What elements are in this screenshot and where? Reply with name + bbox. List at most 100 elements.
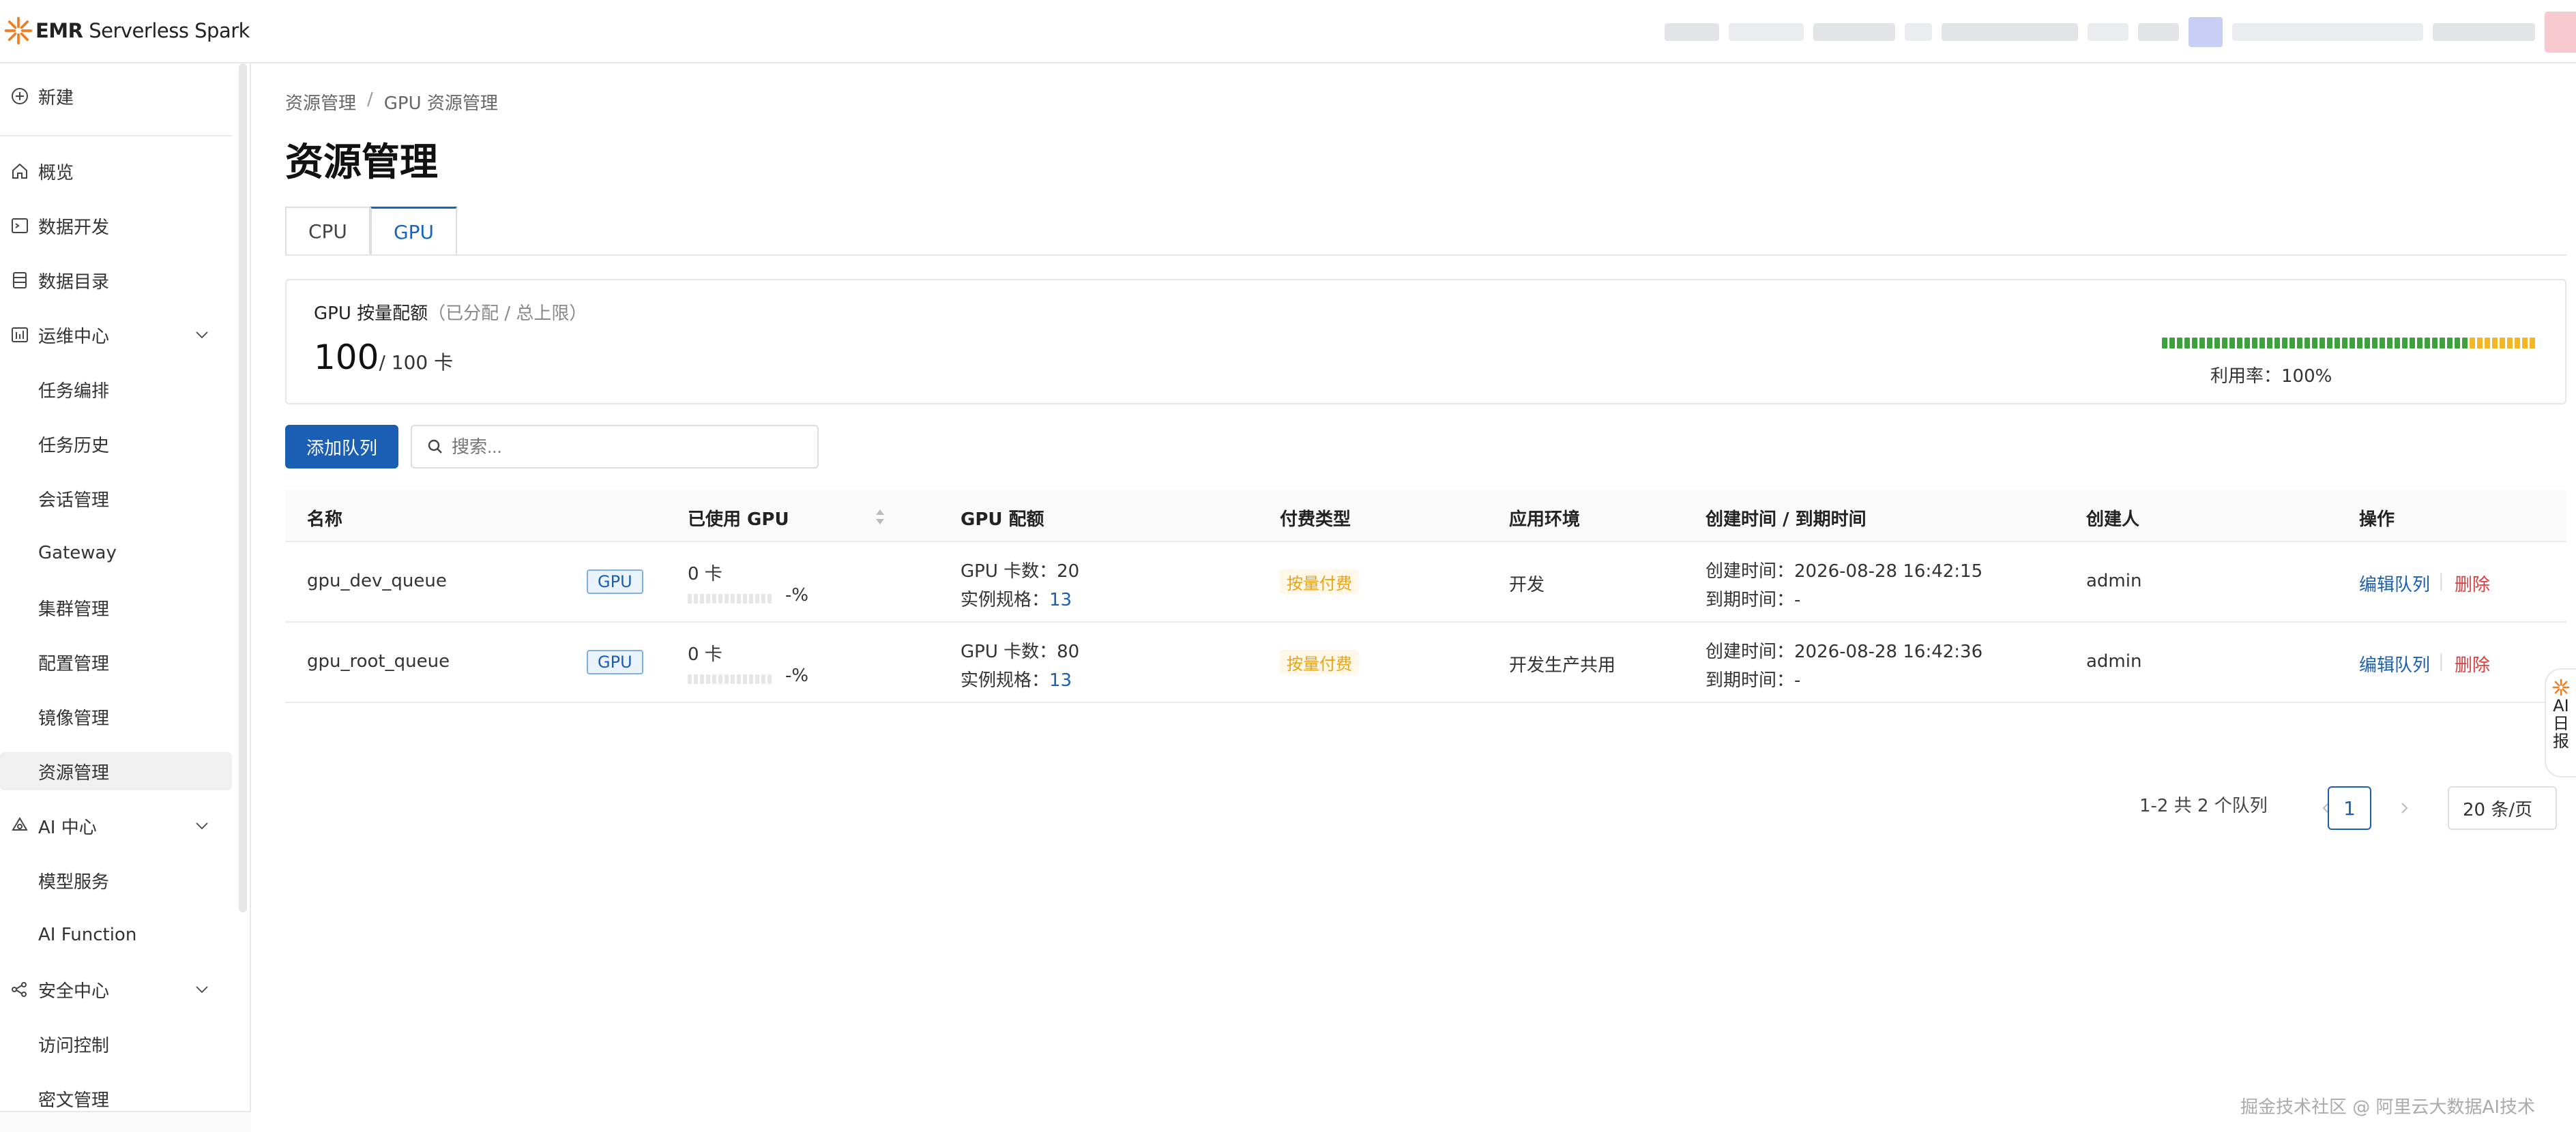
chevron-down-icon — [196, 331, 208, 339]
sidebar-item-session[interactable]: 会话管理 — [0, 479, 232, 518]
delete-link[interactable]: 删除 — [2455, 571, 2490, 596]
sidebar-item-ops-center[interactable]: 运维中心 — [0, 316, 232, 354]
utilization-meter — [2162, 338, 2535, 348]
sidebar-item-access-control[interactable]: 访问控制 — [0, 1025, 232, 1063]
edit-queue-link[interactable]: 编辑队列 — [2359, 571, 2430, 596]
col-name[interactable]: 名称 — [307, 505, 342, 531]
meter-segment — [2267, 338, 2272, 348]
sidebar-divider — [0, 135, 232, 136]
meter-segment — [2184, 338, 2190, 348]
sidebar-item-label: 数据开发 — [38, 217, 110, 238]
sidebar-item-ai-function[interactable]: AI Function — [0, 916, 232, 954]
sidebar-item-model-service[interactable]: 模型服务 — [0, 861, 232, 899]
meter-segment — [2522, 338, 2528, 348]
meter-segment — [2222, 338, 2227, 348]
spec-link[interactable]: 13 — [1049, 590, 1072, 610]
col-gpu-quota: GPU 配额 — [961, 509, 1044, 530]
sidebar-item-overview[interactable]: 概览 — [0, 152, 232, 190]
breadcrumb: 资源管理 / GPU 资源管理 — [285, 89, 498, 115]
table-row: gpu_dev_queue GPU 0 卡 -% GPU 卡数：20 实例规格：… — [285, 542, 2566, 623]
sidebar-item-label: Gateway — [38, 543, 117, 563]
queue-table: 名称 已使用 GPU GPU 配额 付费类型 应用环境 创建时间 / 到期时间 … — [285, 490, 2566, 703]
gpu-tag: GPU — [587, 569, 643, 594]
page-size-select[interactable]: 20 条/页 — [2448, 786, 2557, 830]
queue-name: gpu_root_queue — [307, 651, 450, 672]
gpu-tag: GPU — [587, 650, 643, 674]
sidebar-item-data-dev[interactable]: 数据开发 — [0, 207, 232, 245]
used-gpu: 0 卡 -% — [688, 564, 809, 606]
brand-logo[interactable]: EMR Serverless Spark — [0, 14, 250, 48]
meter-segment — [2365, 338, 2370, 348]
delete-link[interactable]: 删除 — [2455, 651, 2490, 676]
col-time: 创建时间 / 到期时间 — [1706, 509, 1867, 530]
sidebar-item-cluster[interactable]: 集群管理 — [0, 589, 232, 627]
time-info: 创建时间：2026-08-28 16:42:15 到期时间：- — [1706, 561, 1983, 610]
sidebar-new-button[interactable]: 新建 — [0, 77, 232, 115]
sidebar-item-ai-center[interactable]: AI 中心 — [0, 807, 232, 845]
sidebar-item-resource[interactable]: 资源管理 — [0, 752, 232, 790]
sidebar: 新建 概览 数据开发 数据目录 运维中心 任务编排 任务历史 会话管理 Gate… — [0, 63, 251, 1132]
next-page-icon[interactable] — [2396, 800, 2412, 816]
pay-type-tag: 按量付费 — [1280, 650, 1359, 674]
sidebar-item-data-catalog[interactable]: 数据目录 — [0, 261, 232, 299]
col-pay-type: 付费类型 — [1280, 509, 1351, 530]
meter-segment — [2410, 338, 2415, 348]
sidebar-item-gateway[interactable]: Gateway — [0, 534, 232, 572]
breadcrumb-root[interactable]: 资源管理 — [285, 89, 356, 115]
sort-icon[interactable] — [873, 505, 887, 528]
meter-segment — [2417, 338, 2423, 348]
spec-link[interactable]: 13 — [1049, 670, 1072, 691]
meter-segment — [2334, 338, 2340, 348]
meter-segment — [2402, 338, 2407, 348]
col-used-gpu: 已使用 GPU — [688, 509, 789, 530]
action-divider: | — [2438, 651, 2444, 672]
sidebar-scrollbar[interactable] — [239, 63, 247, 912]
meter-segment — [2350, 338, 2355, 348]
sidebar-item-label: 概览 — [38, 162, 74, 183]
meter-segment — [2214, 338, 2220, 348]
edit-queue-link[interactable]: 编辑队列 — [2359, 651, 2430, 676]
meter-segment — [2462, 338, 2468, 348]
meter-segment — [2162, 338, 2167, 348]
meter-segment — [2432, 338, 2438, 348]
brand-spark-icon — [4, 16, 33, 45]
sidebar-item-security-center[interactable]: 安全中心 — [0, 970, 232, 1009]
ai-daily-float-button[interactable]: AI 日 报 — [2545, 668, 2576, 777]
meter-segment — [2492, 338, 2498, 348]
meter-segment — [2207, 338, 2212, 348]
sidebar-collapse-bar[interactable] — [0, 1111, 251, 1132]
meter-segment — [2327, 338, 2332, 348]
sidebar-item-label: 配置管理 — [38, 653, 110, 674]
page-1-button[interactable]: 1 — [2328, 786, 2371, 830]
breadcrumb-current: GPU 资源管理 — [383, 93, 498, 114]
search-box[interactable] — [411, 425, 819, 468]
meter-segment — [2237, 338, 2242, 348]
col-actions: 操作 — [2359, 509, 2395, 530]
meter-segment — [2470, 338, 2475, 348]
meter-segment — [2425, 338, 2430, 348]
meter-segment — [2304, 338, 2310, 348]
sidebar-item-task-history[interactable]: 任务历史 — [0, 425, 232, 463]
search-input[interactable] — [452, 436, 793, 458]
tabs-divider — [285, 254, 2566, 256]
sidebar-item-config[interactable]: 配置管理 — [0, 643, 232, 681]
sidebar-item-image[interactable]: 镜像管理 — [0, 698, 232, 736]
time-info: 创建时间：2026-08-28 16:42:36 到期时间：- — [1706, 642, 1983, 691]
meter-segment — [2252, 338, 2257, 348]
usage-mini-bar — [688, 674, 772, 684]
meter-segment — [2387, 338, 2392, 348]
page-title: 资源管理 — [285, 140, 438, 185]
usage-percent: -% — [785, 585, 809, 606]
add-queue-button[interactable]: 添加队列 — [285, 425, 398, 468]
meter-segment — [2440, 338, 2445, 348]
sidebar-item-task-orchestration[interactable]: 任务编排 — [0, 370, 232, 408]
sidebar-item-label: 会话管理 — [38, 490, 110, 511]
usage-mini-bar — [688, 594, 772, 604]
tab-gpu[interactable]: GPU — [370, 207, 458, 256]
meter-segment — [2455, 338, 2460, 348]
ai-icon — [10, 816, 30, 836]
meter-segment — [2244, 338, 2250, 348]
tab-cpu[interactable]: CPU — [285, 207, 370, 256]
sidebar-item-label: 运维中心 — [38, 326, 110, 347]
security-icon — [10, 979, 30, 1000]
